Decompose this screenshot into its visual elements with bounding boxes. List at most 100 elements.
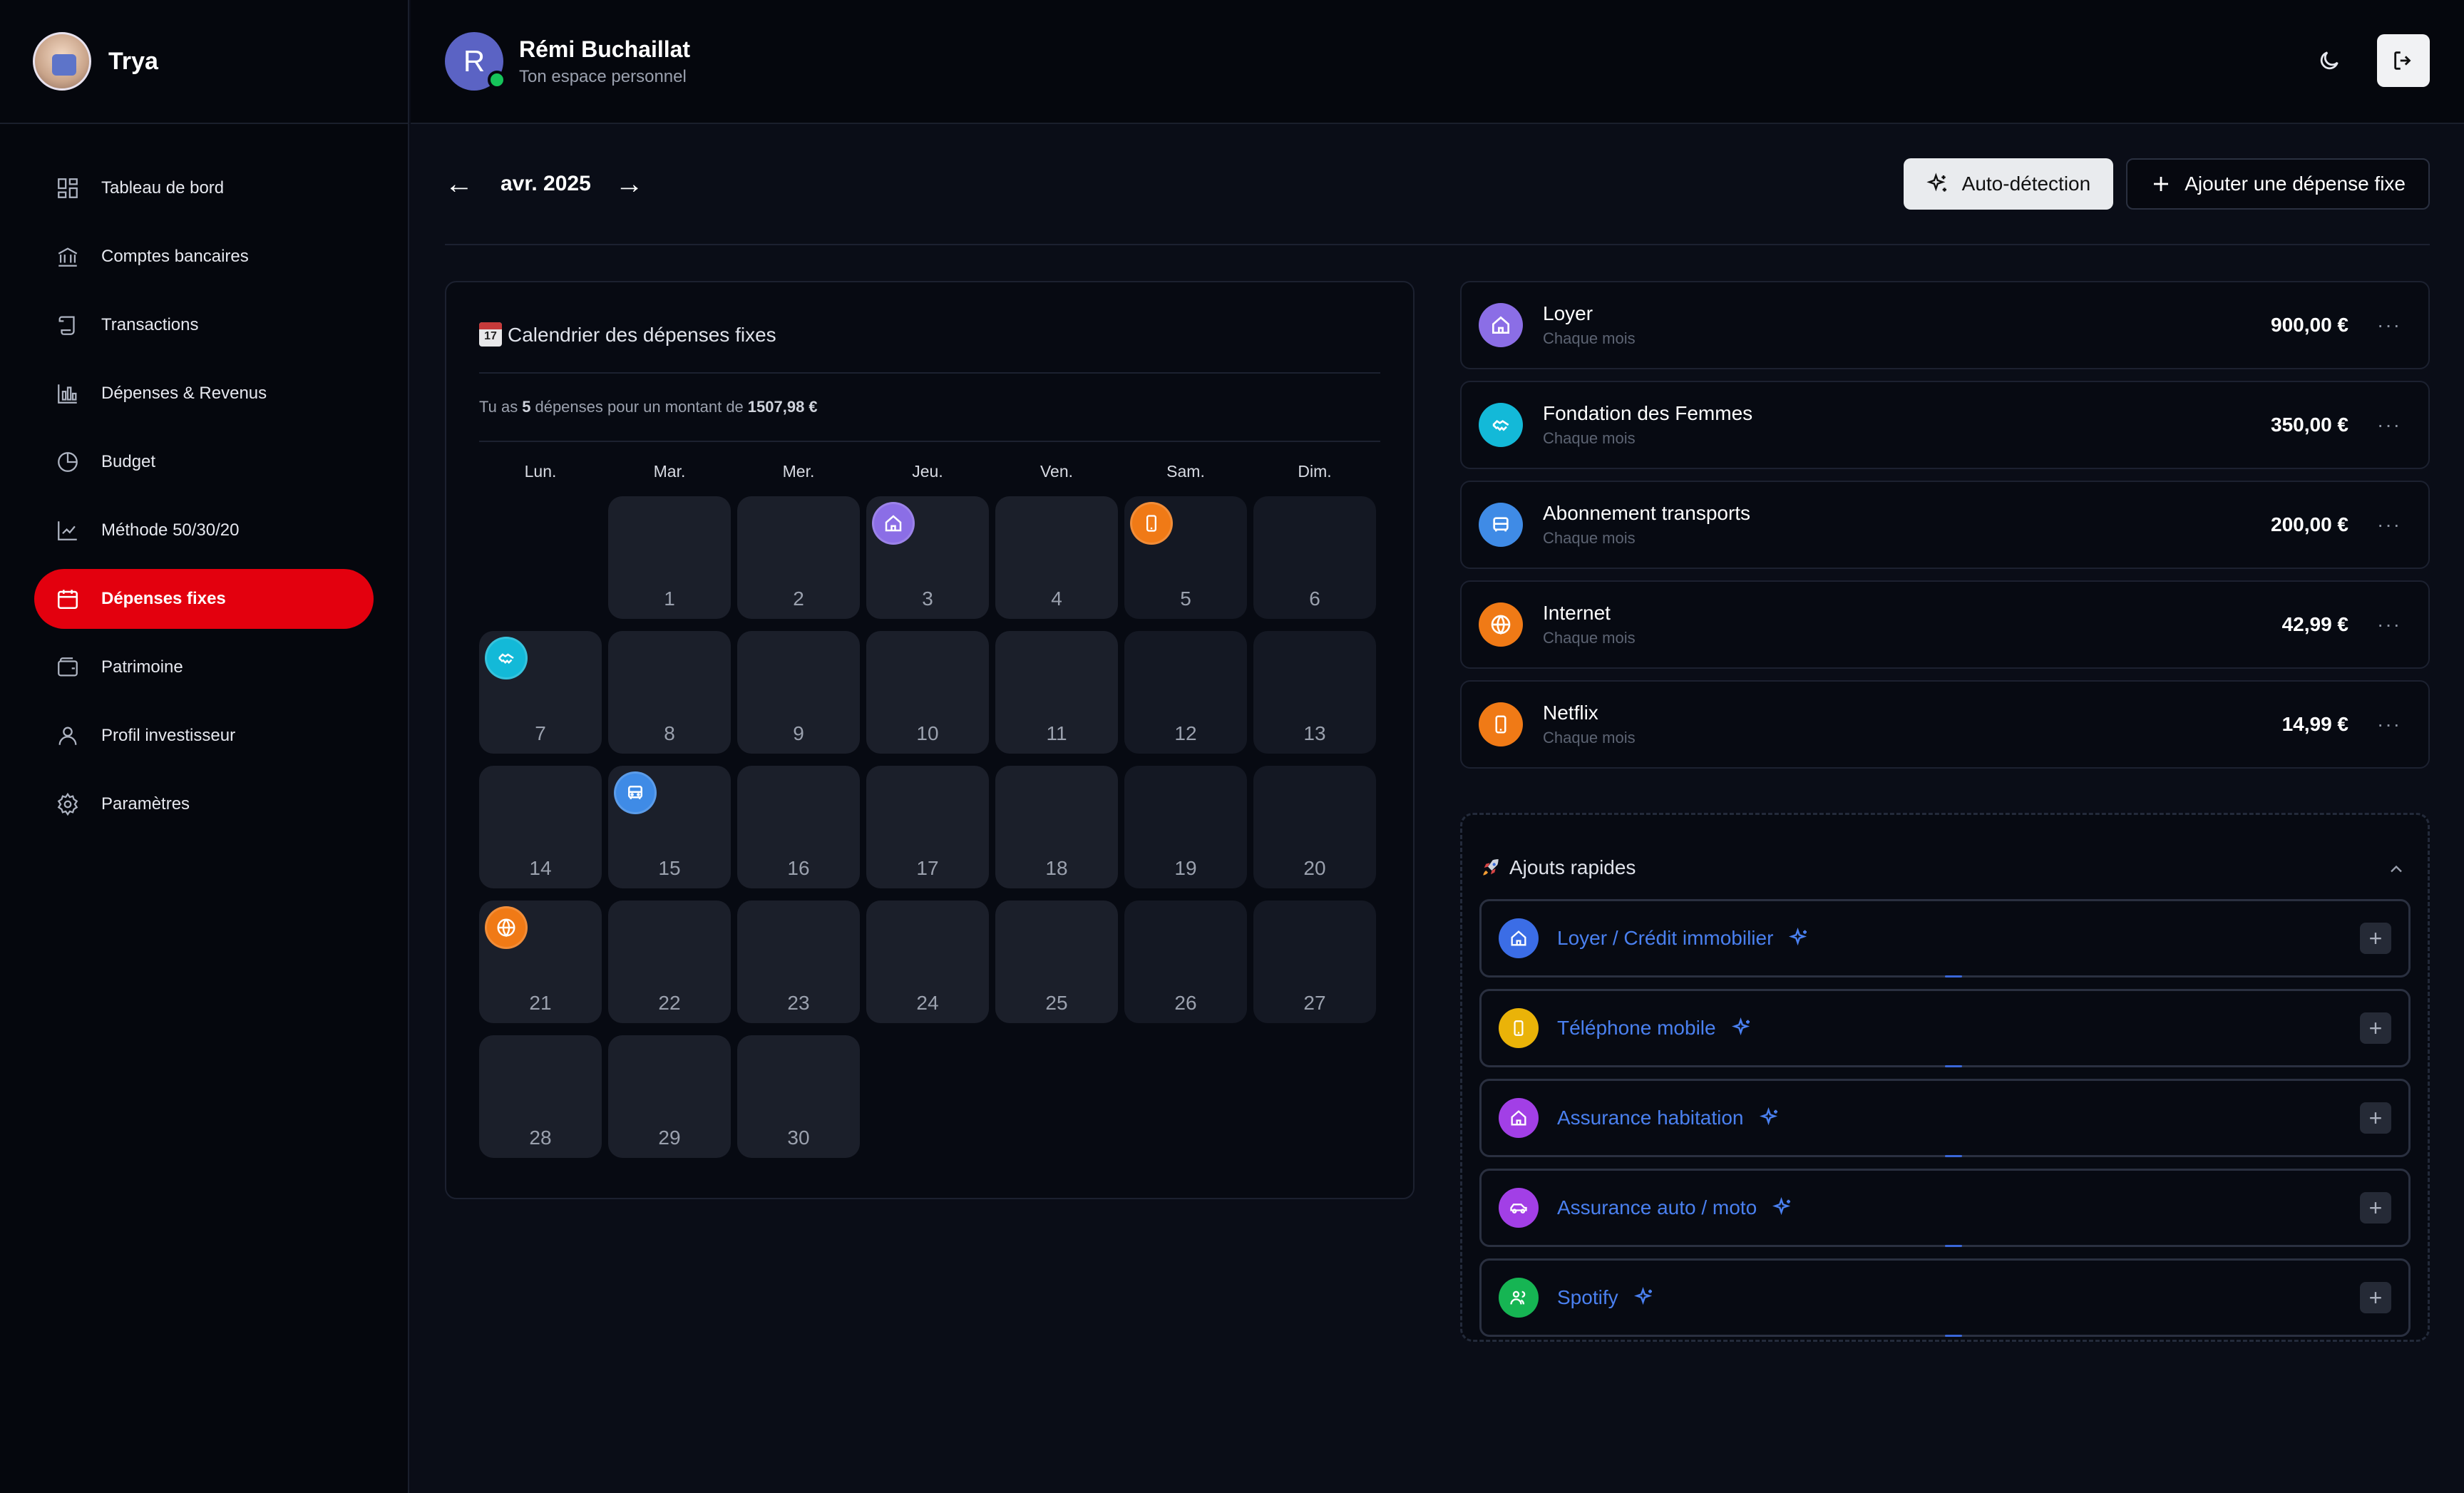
rent-expense-marker[interactable]: [872, 502, 915, 545]
rocket-icon: [1483, 859, 1499, 876]
internet-expense-marker[interactable]: [485, 906, 528, 949]
quick-item-telephone-mobile[interactable]: Téléphone mobile +: [1479, 989, 2411, 1067]
expense-row-loyer[interactable]: Loyer Chaque mois 900,00 € ···: [1460, 281, 2430, 369]
sparkles-icon: [1926, 173, 1946, 192]
expense-icon: [1479, 702, 1523, 747]
calendar-day[interactable]: 6: [1253, 496, 1376, 619]
calendar-day[interactable]: 10: [866, 631, 989, 754]
calendar-day[interactable]: 12: [1124, 631, 1247, 754]
next-month-button[interactable]: →: [615, 168, 647, 200]
calendar-day[interactable]: 14: [479, 766, 602, 888]
prev-month-button[interactable]: ←: [445, 168, 476, 200]
add-fixed-expense-button[interactable]: Ajouter une dépense fixe: [2126, 158, 2430, 210]
bank-icon: [58, 247, 78, 267]
sidebar-item-parametres[interactable]: Paramètres: [34, 774, 374, 834]
expense-row-fondation-des-femmes[interactable]: Fondation des Femmes Chaque mois 350,00 …: [1460, 381, 2430, 469]
calendar-day[interactable]: 30: [737, 1035, 860, 1158]
calendar-day[interactable]: 29: [608, 1035, 731, 1158]
sidebar-item-label: Transactions: [101, 315, 199, 334]
calendar-day[interactable]: 11: [995, 631, 1118, 754]
transport-expense-marker[interactable]: [614, 771, 657, 814]
more-options-button[interactable]: ···: [2377, 613, 2401, 636]
expense-icon: [1479, 303, 1523, 347]
sidebar-item-profil-investisseur[interactable]: Profil investisseur: [34, 706, 374, 766]
quick-item-assurance-auto-moto[interactable]: Assurance auto / moto +: [1479, 1169, 2411, 1247]
calendar-day[interactable]: 27: [1253, 901, 1376, 1023]
quick-add-button[interactable]: +: [2360, 1102, 2391, 1134]
calendar-day[interactable]: 13: [1253, 631, 1376, 754]
day-number: 16: [787, 857, 810, 879]
calendar-day[interactable]: 19: [1124, 766, 1247, 888]
calendar-day[interactable]: 21: [479, 901, 602, 1023]
calendar-day[interactable]: 24: [866, 901, 989, 1023]
quick-item-spotify[interactable]: Spotify +: [1479, 1258, 2411, 1337]
calendar-day[interactable]: 22: [608, 901, 731, 1023]
calendar-day[interactable]: 8: [608, 631, 731, 754]
calendar-day[interactable]: 15: [608, 766, 731, 888]
auto-detect-button[interactable]: Auto-détection: [1903, 158, 2114, 210]
day-number: 22: [658, 992, 681, 1014]
calendar-day[interactable]: 20: [1253, 766, 1376, 888]
expense-icon: [1479, 602, 1523, 647]
calendar-day[interactable]: 5: [1124, 496, 1247, 619]
calendar-day[interactable]: 17: [866, 766, 989, 888]
sidebar-item-comptes-bancaires[interactable]: Comptes bancaires: [34, 227, 374, 287]
quick-add-button[interactable]: +: [2360, 1012, 2391, 1044]
calendar-day[interactable]: 1: [608, 496, 731, 619]
calendar-day[interactable]: 25: [995, 901, 1118, 1023]
expense-row-abonnement-transports[interactable]: Abonnement transports Chaque mois 200,00…: [1460, 481, 2430, 569]
calendar-title: Calendrier des dépenses fixes: [479, 282, 1380, 374]
more-options-button[interactable]: ···: [2377, 414, 2401, 436]
day-number: 12: [1174, 722, 1197, 744]
expense-row-netflix[interactable]: Netflix Chaque mois 14,99 € ···: [1460, 680, 2430, 769]
calendar-day[interactable]: 28: [479, 1035, 602, 1158]
globe-icon: [497, 918, 515, 938]
logout-button[interactable]: [2377, 34, 2430, 87]
weekday-label: Dim.: [1298, 462, 1332, 481]
calendar-day[interactable]: 3: [866, 496, 989, 619]
calendar-day[interactable]: 4: [995, 496, 1118, 619]
sidebar-item-depenses-revenus[interactable]: Dépenses & Revenus: [34, 364, 374, 424]
quick-add-button[interactable]: +: [2360, 923, 2391, 954]
calendar-day[interactable]: 26: [1124, 901, 1247, 1023]
sparkles-icon: [1731, 1017, 1750, 1036]
theme-toggle-button[interactable]: [2303, 34, 2356, 87]
calendar-day[interactable]: 18: [995, 766, 1118, 888]
quick-add-header[interactable]: Ajouts rapides: [1462, 815, 2428, 899]
calendar-day[interactable]: 16: [737, 766, 860, 888]
sidebar-item-transactions[interactable]: Transactions: [34, 295, 374, 355]
day-number: 4: [1051, 588, 1062, 610]
expense-frequency: Chaque mois: [1543, 429, 1636, 447]
sidebar-item-depenses-fixes[interactable]: Dépenses fixes: [34, 569, 374, 629]
sidebar-item-tableau-de-bord[interactable]: Tableau de bord: [34, 158, 374, 218]
avatar[interactable]: R: [445, 32, 506, 91]
day-number: 20: [1303, 857, 1326, 879]
quick-item-loyer-credit[interactable]: Loyer / Crédit immobilier +: [1479, 899, 2411, 978]
scroll-icon: [58, 316, 75, 335]
bus-icon: [628, 786, 642, 799]
sidebar-item-methode-503020[interactable]: Méthode 50/30/20: [34, 501, 374, 560]
calendar-day[interactable]: 2: [737, 496, 860, 619]
calendar-day[interactable]: 23: [737, 901, 860, 1023]
day-number: 29: [658, 1127, 681, 1149]
sidebar-item-patrimoine[interactable]: Patrimoine: [34, 637, 374, 697]
brand[interactable]: Trya: [0, 0, 408, 124]
calendar-days-grid: 1 2 3 4 5 6 7 8 9 10 11 12 13 14 15 16 1…: [479, 496, 1380, 1158]
more-options-button[interactable]: ···: [2377, 314, 2401, 337]
plus-icon: [2154, 177, 2169, 191]
chevron-up-icon[interactable]: [2386, 859, 2406, 879]
more-options-button[interactable]: ···: [2377, 513, 2401, 536]
netflix-expense-marker[interactable]: [1130, 502, 1173, 545]
sidebar-item-budget[interactable]: Budget: [34, 432, 374, 492]
quick-item-assurance-habitation[interactable]: Assurance habitation +: [1479, 1079, 2411, 1157]
brand-name: Trya: [108, 47, 158, 75]
expense-text: Abonnement transports Chaque mois: [1543, 502, 1750, 548]
quick-add-button[interactable]: +: [2360, 1282, 2391, 1313]
expense-icon: [1479, 503, 1523, 547]
expense-row-internet[interactable]: Internet Chaque mois 42,99 € ···: [1460, 580, 2430, 669]
more-options-button[interactable]: ···: [2377, 713, 2401, 736]
calendar-day[interactable]: 9: [737, 631, 860, 754]
donation-expense-marker[interactable]: [485, 637, 528, 679]
calendar-day[interactable]: 7: [479, 631, 602, 754]
quick-add-button[interactable]: +: [2360, 1192, 2391, 1223]
